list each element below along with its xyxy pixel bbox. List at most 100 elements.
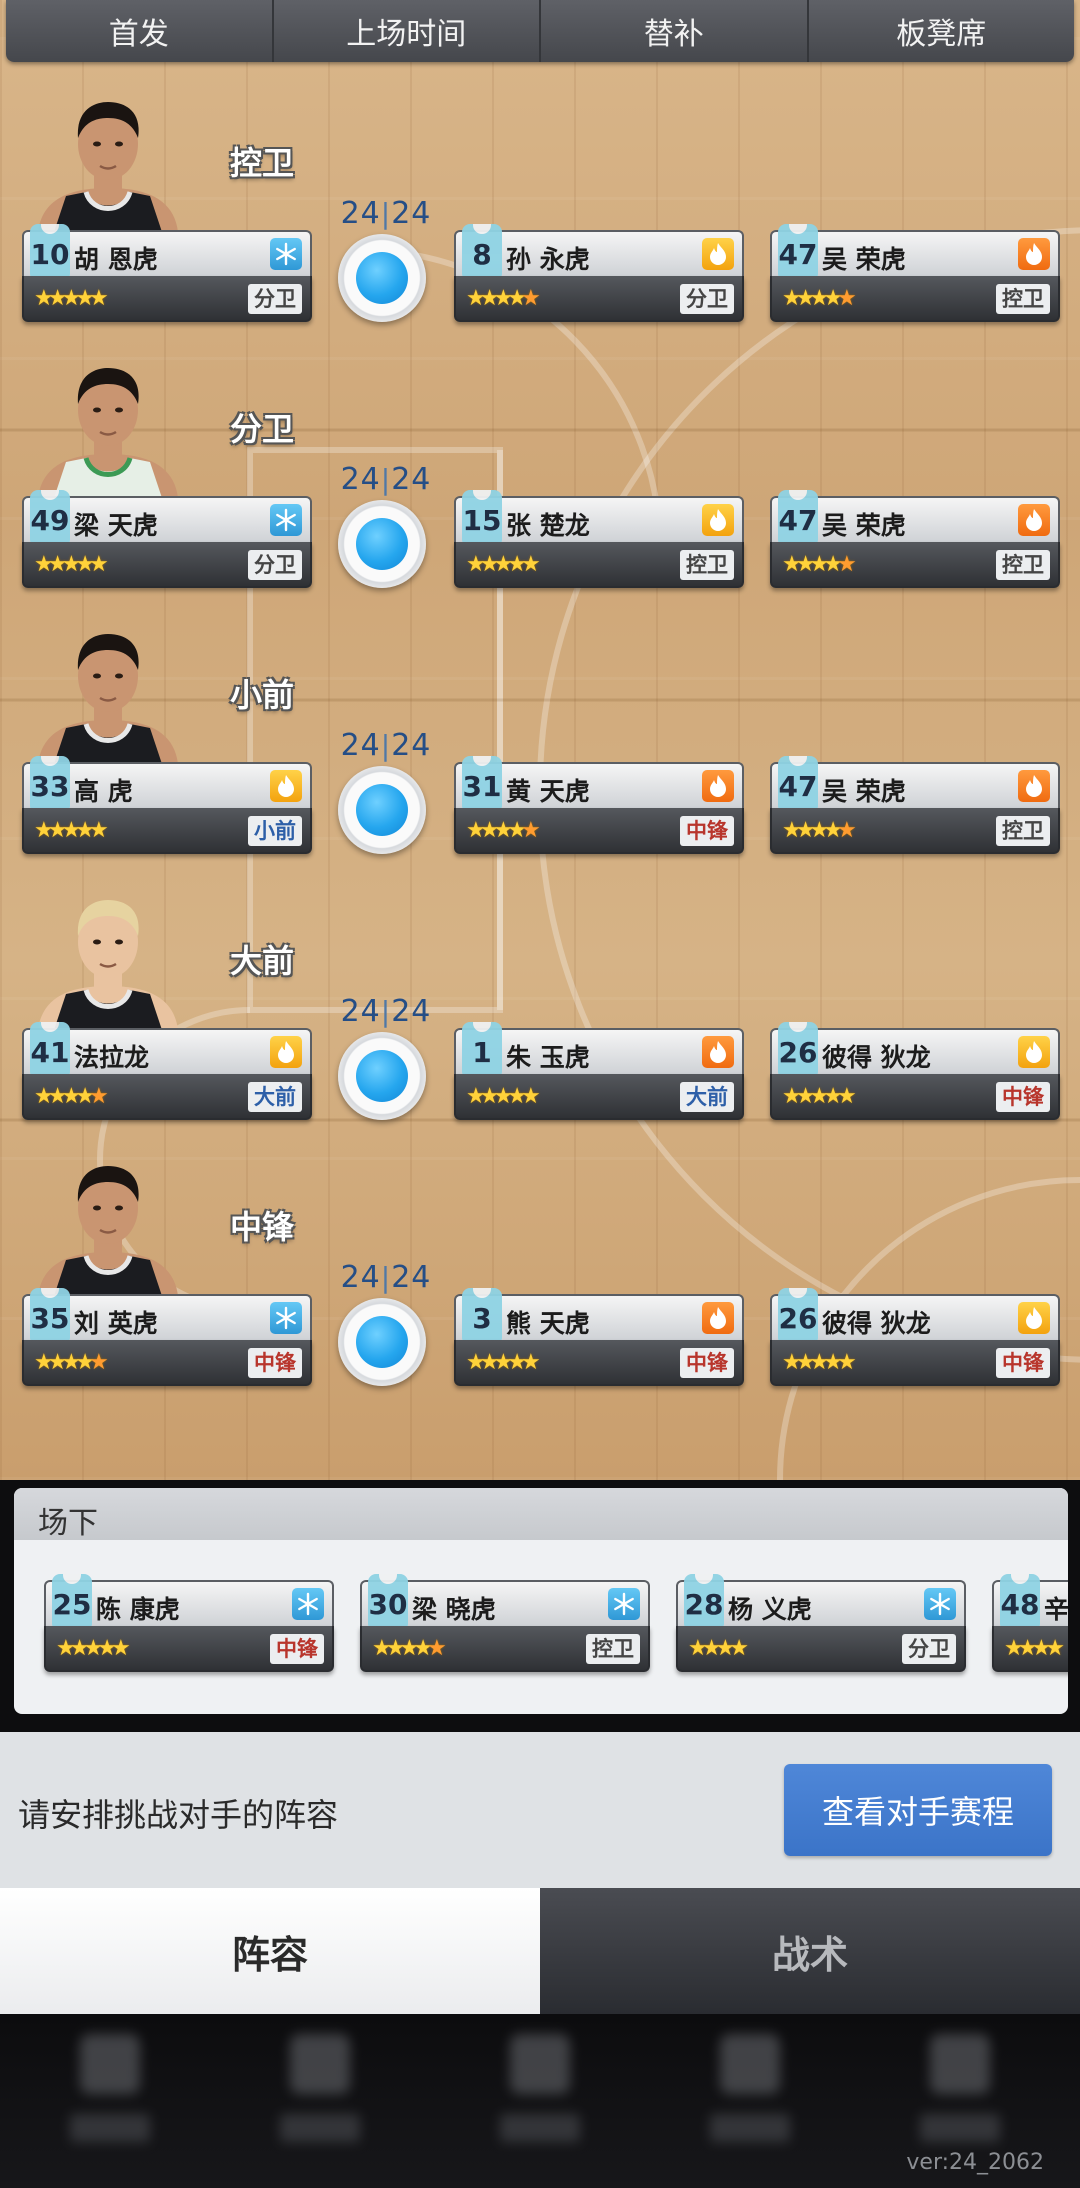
player-card-footer: ★ ★ ★ ★ ★ 大前: [454, 1074, 744, 1120]
star-rating: ★ ★ ★ ★: [1004, 1634, 1065, 1664]
star-icon: ★: [88, 552, 109, 577]
player-card-footer: ★ ★ ★ ★ ★ 小前: [22, 808, 312, 854]
star-rating: ★ ★ ★ ★ ★: [782, 816, 857, 846]
half-star-icon: ★: [520, 286, 541, 311]
player-card[interactable]: 28 杨 义虎 ★ ★ ★ ★ 分卫: [676, 1574, 966, 1672]
player-card[interactable]: 3 熊 天虎 ★ ★ ★ ★ ★ 中锋: [454, 1288, 744, 1386]
minutes-counter: 24|24: [340, 994, 432, 1029]
player-card[interactable]: 33 高 虎 ★ ★ ★ ★ ★ 小前: [22, 756, 312, 854]
player-card[interactable]: 41 法拉龙 ★ ★ ★ ★ ★ 大前: [22, 1022, 312, 1120]
player-card[interactable]: 15 张 楚龙 ★ ★ ★ ★ ★ 控卫: [454, 490, 744, 588]
star-icon: ★: [836, 1350, 857, 1375]
player-card[interactable]: 31 黄 天虎 ★ ★ ★ ★ ★ 中锋: [454, 756, 744, 854]
position-tag: 中锋: [680, 816, 734, 846]
stamina-dial[interactable]: [338, 766, 426, 854]
nav-item-blurred[interactable]: [50, 2024, 170, 2174]
player-card[interactable]: 10 胡 恩虎 ★ ★ ★ ★ ★ 分卫: [22, 224, 312, 322]
tab-bench[interactable]: 板凳席: [809, 0, 1075, 62]
player-card-header: 48 辛: [992, 1574, 1068, 1628]
stamina-dial[interactable]: [338, 1298, 426, 1386]
jersey-number: 28: [684, 1588, 724, 1621]
player-card[interactable]: 35 刘 英虎 ★ ★ ★ ★ ★ 中锋: [22, 1288, 312, 1386]
player-card-header: 31 黄 天虎: [454, 756, 744, 810]
player-card-footer: ★ ★ ★ ★ ★ 中锋: [22, 1340, 312, 1386]
position-tag: 中锋: [248, 1348, 302, 1378]
player-card[interactable]: 1 朱 玉虎 ★ ★ ★ ★ ★ 大前: [454, 1022, 744, 1120]
player-card[interactable]: 25 陈 康虎 ★ ★ ★ ★ ★ 中锋: [44, 1574, 334, 1672]
player-card[interactable]: 47 吴 荣虎 ★ ★ ★ ★ ★ 控卫: [770, 224, 1060, 322]
player-card[interactable]: 26 彼得 狄龙 ★ ★ ★ ★ ★ 中锋: [770, 1288, 1060, 1386]
player-card[interactable]: 47 吴 荣虎 ★ ★ ★ ★ ★ 控卫: [770, 756, 1060, 854]
star-rating: ★ ★ ★ ★ ★: [466, 550, 541, 580]
view-opponent-schedule-button[interactable]: 查看对手赛程: [784, 1764, 1052, 1856]
star-rating: ★ ★ ★ ★ ★: [466, 284, 541, 314]
player-portrait[interactable]: [28, 1156, 188, 1296]
bench-player-list[interactable]: 25 陈 康虎 ★ ★ ★ ★ ★ 中锋 30 梁 晓虎 ★ ★ ★ ★ ★ 控卫 28 杨 义虎 ★ ★ ★ ★ 分卫 48…: [14, 1540, 1068, 1714]
stamina-dial[interactable]: [338, 500, 426, 588]
minutes-total: 24: [391, 994, 432, 1029]
player-card[interactable]: 26 彼得 狄龙 ★ ★ ★ ★ ★ 中锋: [770, 1022, 1060, 1120]
position-tag: 中锋: [996, 1348, 1050, 1378]
player-name: 高 虎: [74, 777, 133, 806]
player-portrait[interactable]: [28, 358, 188, 498]
player-name: 朱 玉虎: [506, 1043, 590, 1072]
nav-item-blurred[interactable]: [260, 2024, 380, 2174]
tab-lineup[interactable]: 阵容: [0, 1888, 540, 2014]
stamina-dial[interactable]: [338, 1032, 426, 1120]
player-card-footer: ★ ★ ★ ★ ★ 中锋: [770, 1074, 1060, 1120]
star-rating: ★ ★ ★ ★ ★: [782, 1348, 857, 1378]
player-card[interactable]: 49 梁 天虎 ★ ★ ★ ★ ★ 分卫: [22, 490, 312, 588]
player-name: 刘 英虎: [74, 1309, 158, 1338]
player-name: 陈 康虎: [96, 1595, 180, 1624]
player-card-header: 35 刘 英虎: [22, 1288, 312, 1342]
flame-icon: [1018, 504, 1050, 536]
position-tag: 中锋: [996, 1082, 1050, 1112]
player-card[interactable]: 8 孙 永虎 ★ ★ ★ ★ ★ 分卫: [454, 224, 744, 322]
player-card-footer: ★ ★ ★ ★ ★ 控卫: [360, 1626, 650, 1672]
bench-panel: 场下 25 陈 康虎 ★ ★ ★ ★ ★ 中锋 30 梁 晓虎 ★ ★ ★ ★ ★ 控卫 28 杨 义虎 ★ ★ ★ ★ 分…: [14, 1488, 1068, 1714]
tab-tactics[interactable]: 战术: [540, 1888, 1080, 2014]
star-rating: ★ ★ ★ ★: [688, 1634, 749, 1664]
player-name: 熊 天虎: [506, 1309, 590, 1338]
star-rating: ★ ★ ★ ★ ★: [372, 1634, 447, 1664]
minutes-played: 24: [340, 1260, 381, 1295]
player-name: 法拉龙: [74, 1043, 150, 1072]
player-card[interactable]: 47 吴 荣虎 ★ ★ ★ ★ ★ 控卫: [770, 490, 1060, 588]
player-portrait[interactable]: [28, 890, 188, 1030]
position-label: 大前: [230, 942, 295, 980]
player-portrait[interactable]: [28, 624, 188, 764]
jersey-number: 47: [778, 504, 818, 537]
player-card-footer: ★ ★ ★ ★: [992, 1626, 1068, 1672]
position-label: 小前: [230, 676, 295, 714]
tab-substitutes[interactable]: 替补: [541, 0, 809, 62]
jersey-number: 48: [1000, 1588, 1040, 1621]
position-tag: 控卫: [680, 550, 734, 580]
player-name: 吴 荣虎: [822, 511, 906, 540]
star-rating: ★ ★ ★ ★ ★: [782, 1082, 857, 1112]
bench-header: 场下: [14, 1488, 1068, 1541]
tab-starters[interactable]: 首发: [6, 0, 274, 62]
jersey-number: 41: [30, 1036, 70, 1069]
nav-item-blurred[interactable]: [690, 2024, 810, 2174]
jersey-number: 35: [30, 1302, 70, 1335]
player-portrait[interactable]: [28, 92, 188, 232]
jersey-number: 30: [368, 1588, 408, 1621]
player-card-header: 49 梁 天虎: [22, 490, 312, 544]
player-card-header: 28 杨 义虎: [676, 1574, 966, 1628]
player-card[interactable]: 48 辛 ★ ★ ★ ★: [992, 1574, 1068, 1672]
player-card[interactable]: 30 梁 晓虎 ★ ★ ★ ★ ★ 控卫: [360, 1574, 650, 1672]
tab-playing-time[interactable]: 上场时间: [274, 0, 541, 62]
player-card-header: 47 吴 荣虎: [770, 224, 1060, 278]
player-name: 辛: [1044, 1595, 1068, 1624]
half-star-icon: ★: [88, 1350, 109, 1375]
bottom-tabs: 阵容 战术: [0, 1888, 1080, 2014]
position-tag: 控卫: [996, 816, 1050, 846]
nav-item-blurred[interactable]: [480, 2024, 600, 2174]
stamina-dial[interactable]: [338, 234, 426, 322]
star-rating: ★ ★ ★ ★ ★: [466, 1348, 541, 1378]
minutes-total: 24: [391, 196, 432, 231]
position-tag: 分卫: [902, 1634, 956, 1664]
player-card-header: 3 熊 天虎: [454, 1288, 744, 1342]
jersey-number: 26: [778, 1302, 818, 1335]
jersey-number: 49: [30, 504, 70, 537]
